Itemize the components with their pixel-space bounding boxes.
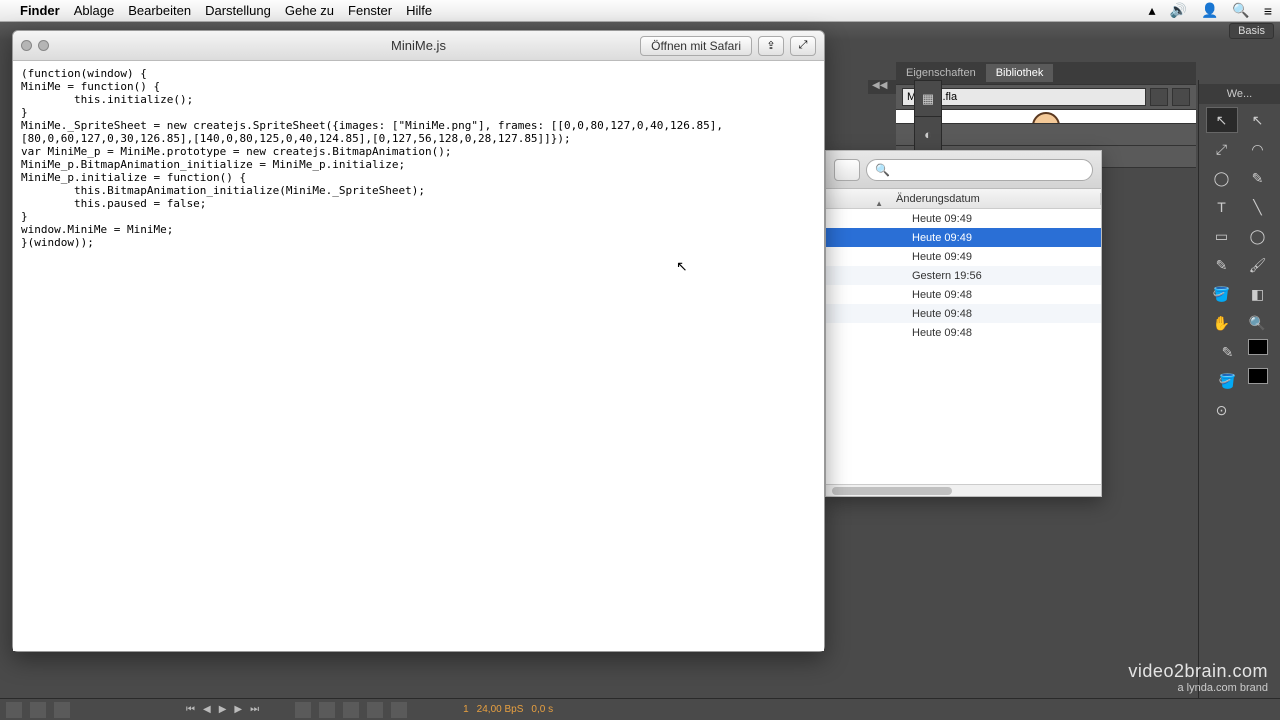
spotlight-icon[interactable]: 🔍 [1232, 2, 1249, 19]
selection-tool-icon[interactable]: ↖ [1206, 107, 1238, 133]
rectangle-tool-icon[interactable]: ▭ [1206, 223, 1238, 249]
search-icon: 🔍 [875, 163, 890, 177]
options-icon[interactable] [1242, 397, 1274, 423]
playback-play-icon[interactable]: ▶ [219, 704, 227, 715]
menu-fenster[interactable]: Fenster [348, 3, 392, 18]
stroke-swatch[interactable] [1248, 339, 1268, 355]
add-button[interactable] [38, 40, 49, 51]
new-layer-icon[interactable] [6, 702, 22, 718]
tools-panel: We... ↖↖ ⤢◠ ◯✎ T╲ ▭◯ ✎🖌 🪣◧ ✋🔍 ✎ 🪣 ⊙ [1198, 80, 1280, 720]
pen-tool-icon[interactable]: ✎ [1242, 165, 1274, 191]
pin-icon[interactable] [1150, 88, 1168, 106]
app-name[interactable]: Finder [20, 3, 60, 18]
menubar: Finder Ablage Bearbeiten Darstellung Geh… [0, 0, 1280, 22]
paint-bucket-tool-icon[interactable]: 🪣 [1206, 281, 1238, 307]
hand-tool-icon[interactable]: ✋ [1206, 310, 1238, 336]
panel-toggle-1[interactable]: ▦ [915, 81, 941, 117]
3d-rotation-tool-icon[interactable]: ◯ [1206, 165, 1238, 191]
brush-tool-icon[interactable]: 🖌 [1242, 252, 1274, 278]
finder-window: 🔍 ▲ Änderungsdatum Heute 09:49Heute 09:4… [825, 150, 1102, 497]
finder-hscrollbar[interactable] [826, 484, 1101, 496]
oval-tool-icon[interactable]: ◯ [1242, 223, 1274, 249]
finder-toolbar-button[interactable] [834, 159, 860, 181]
quicklook-title: MiniMe.js [391, 38, 446, 53]
watermark: video2brain.com a lynda.com brand [1128, 661, 1268, 694]
fps-label: 24,00 BpS [477, 704, 524, 715]
onion-skin-icon[interactable] [295, 702, 311, 718]
menuextra-icon[interactable]: ▴ [1148, 2, 1155, 19]
elapsed-time: 0,0 s [531, 704, 553, 715]
stroke-color-icon[interactable]: ✎ [1212, 339, 1244, 365]
playback-first-icon[interactable]: ⏮ [186, 704, 195, 715]
menu-gehezu[interactable]: Gehe zu [285, 3, 334, 18]
open-with-safari-button[interactable]: Öffnen mit Safari [640, 36, 752, 56]
finder-row[interactable]: Heute 09:49 [826, 247, 1101, 266]
lasso-tool-icon[interactable]: ◠ [1242, 136, 1274, 162]
subselection-tool-icon[interactable]: ↖ [1242, 107, 1274, 133]
playback-prev-icon[interactable]: ◀ [203, 704, 211, 715]
ink-bottle-tool-icon[interactable]: ◧ [1242, 281, 1274, 307]
finder-rows: Heute 09:49Heute 09:49Heute 09:49Gestern… [826, 209, 1101, 484]
finder-column-headers: ▲ Änderungsdatum [826, 189, 1101, 209]
finder-row[interactable]: Heute 09:49 [826, 228, 1101, 247]
tab-bibliothek[interactable]: Bibliothek [986, 64, 1054, 82]
quicklook-window: MiniMe.js Öffnen mit Safari ⇪ ⤢ (functio… [12, 30, 825, 652]
fill-swatch[interactable] [1248, 368, 1268, 384]
new-library-icon[interactable] [1172, 88, 1190, 106]
preview-character-head [1032, 112, 1060, 124]
tools-tab[interactable]: We... [1199, 84, 1280, 104]
onion-outlines-icon[interactable] [319, 702, 335, 718]
panel-toggle-2[interactable]: ◐ [915, 117, 941, 153]
text-tool-icon[interactable]: T [1206, 194, 1238, 220]
playback-next-icon[interactable]: ▶ [234, 704, 242, 715]
edit-markers-icon[interactable] [343, 702, 359, 718]
timeline-bar: ⏮ ◀ ▶ ▶ ⏭ 1 24,00 BpS 0,0 s [0, 698, 1280, 720]
quicklook-code-content: (function(window) { MiniMe = function() … [13, 61, 824, 651]
finder-search-field[interactable]: 🔍 [866, 159, 1093, 181]
sort-asc-icon: ▲ [875, 199, 883, 208]
menu-bearbeiten[interactable]: Bearbeiten [128, 3, 191, 18]
quicklook-titlebar: MiniMe.js Öffnen mit Safari ⇪ ⤢ [13, 31, 824, 61]
loop-icon[interactable] [391, 702, 407, 718]
current-frame: 1 [463, 704, 469, 715]
notification-center-icon[interactable]: ≡ [1264, 3, 1272, 19]
close-button[interactable] [21, 40, 32, 51]
zoom-tool-icon[interactable]: 🔍 [1242, 310, 1274, 336]
menu-hilfe[interactable]: Hilfe [406, 3, 432, 18]
delete-layer-icon[interactable] [54, 702, 70, 718]
finder-row[interactable]: Heute 09:48 [826, 285, 1101, 304]
finder-col-date[interactable]: Änderungsdatum [890, 193, 1101, 205]
snap-tool-icon[interactable]: ⊙ [1206, 397, 1238, 423]
workspace-mode[interactable]: Basis [1229, 23, 1274, 39]
finder-row[interactable]: Heute 09:49 [826, 209, 1101, 228]
pencil-tool-icon[interactable]: ✎ [1206, 252, 1238, 278]
menu-darstellung[interactable]: Darstellung [205, 3, 271, 18]
center-frame-icon[interactable] [367, 702, 383, 718]
line-tool-icon[interactable]: ╲ [1242, 194, 1274, 220]
new-folder-icon[interactable] [30, 702, 46, 718]
fullscreen-icon[interactable]: ⤢ [790, 36, 816, 56]
collapse-left-icon[interactable]: ◀◀ [872, 80, 887, 94]
playback-last-icon[interactable]: ⏭ [250, 704, 259, 715]
share-icon[interactable]: ⇪ [758, 36, 784, 56]
watermark-tagline: a lynda.com brand [1128, 682, 1268, 694]
free-transform-tool-icon[interactable]: ⤢ [1206, 136, 1238, 162]
scrollbar-thumb[interactable] [832, 487, 952, 495]
menu-ablage[interactable]: Ablage [74, 3, 114, 18]
fill-color-icon[interactable]: 🪣 [1212, 368, 1244, 394]
finder-toolbar: 🔍 [826, 151, 1101, 189]
watermark-brand: video2brain.com [1128, 661, 1268, 682]
finder-row[interactable]: Heute 09:48 [826, 323, 1101, 342]
finder-row[interactable]: Heute 09:48 [826, 304, 1101, 323]
finder-row[interactable]: Gestern 19:56 [826, 266, 1101, 285]
volume-icon[interactable]: 🔊 [1170, 2, 1187, 19]
user-icon[interactable]: 👤 [1201, 2, 1218, 19]
